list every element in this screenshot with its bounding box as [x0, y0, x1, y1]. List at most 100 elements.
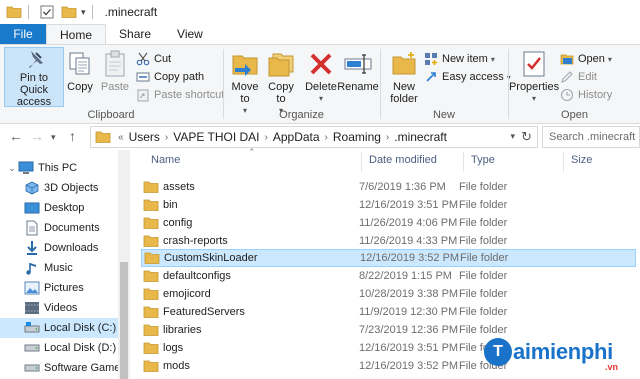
- easy-access-button[interactable]: Easy access ▾: [423, 68, 511, 86]
- column-divider[interactable]: [361, 152, 362, 172]
- nav-item-label: Local Disk (D:): [44, 342, 117, 354]
- folder-icon: [143, 235, 159, 247]
- file-type: File folder: [459, 324, 508, 336]
- sort-caret-icon: ⌃: [248, 147, 256, 157]
- table-row-selected[interactable]: CustomSkinLoader 12/16/2019 3:52 PM File…: [141, 249, 636, 267]
- nav-item-3d-objects[interactable]: 3D Objects: [0, 178, 118, 198]
- history-label: History: [578, 89, 613, 101]
- file-date: 12/16/2019 3:52 PM: [360, 252, 460, 264]
- folder-icon: [143, 324, 159, 336]
- breadcrumb-chevron-icon[interactable]: ›: [386, 132, 389, 143]
- file-date: 11/9/2019 12:30 PM: [359, 306, 458, 318]
- delete-button[interactable]: Delete ▾: [304, 47, 338, 105]
- properties-button[interactable]: Properties ▾: [509, 47, 559, 105]
- address-dropdown-icon[interactable]: ▾: [510, 131, 515, 142]
- nav-item-software-games[interactable]: Software Games: [0, 358, 118, 378]
- nav-item-local-disk-d[interactable]: Local Disk (D:): [0, 338, 118, 358]
- rename-button[interactable]: Rename: [337, 47, 379, 93]
- folder-icon: [143, 306, 159, 318]
- breadcrumb-roaming[interactable]: Roaming: [333, 130, 381, 144]
- folder-icon: [6, 6, 22, 18]
- refresh-icon[interactable]: ↻: [521, 129, 532, 145]
- tab-home[interactable]: Home: [46, 24, 107, 44]
- breadcrumb-appdata[interactable]: AppData: [273, 130, 320, 144]
- breadcrumb-chevron-icon[interactable]: ›: [325, 132, 328, 143]
- divider: [28, 5, 29, 19]
- breadcrumb-minecraft[interactable]: .minecraft: [394, 130, 447, 144]
- column-header-size[interactable]: Size: [571, 154, 592, 166]
- table-row[interactable]: assets 7/6/2019 1:36 PM File folder: [141, 178, 636, 196]
- table-row[interactable]: FeaturedServers 11/9/2019 12:30 PM File …: [141, 303, 636, 321]
- new-folder-icon[interactable]: [61, 5, 77, 19]
- file-date: 12/16/2019 3:52 PM: [359, 360, 459, 372]
- search-input[interactable]: Search .minecraft: [542, 126, 640, 148]
- column-header-name[interactable]: Name: [151, 154, 180, 166]
- back-arrow-icon[interactable]: ←: [9, 128, 23, 144]
- properties-check-icon[interactable]: [39, 5, 55, 19]
- copy-to-button[interactable]: Copy to ▾: [264, 47, 298, 117]
- delete-label: Delete: [305, 81, 337, 93]
- nav-item-local-disk-c[interactable]: Local Disk (C:): [0, 318, 118, 338]
- file-name: config: [163, 217, 193, 229]
- new-item-button[interactable]: New item ▾: [423, 50, 495, 68]
- breadcrumb-chevron-icon[interactable]: ›: [265, 132, 268, 143]
- nav-item-this-pc[interactable]: ⌄ This PC: [0, 158, 118, 178]
- drive-icon: [24, 340, 40, 356]
- tab-share[interactable]: Share: [106, 24, 164, 44]
- column-divider[interactable]: [463, 152, 464, 172]
- copy-button[interactable]: Copy: [66, 47, 94, 93]
- nav-item-label: Desktop: [44, 202, 85, 214]
- forward-arrow-icon[interactable]: →: [30, 128, 44, 144]
- table-row[interactable]: emojicord 10/28/2019 3:38 PM File folder: [141, 285, 636, 303]
- quick-access-dropdown-icon[interactable]: ▾: [81, 7, 86, 18]
- open-button[interactable]: Open ▾: [559, 50, 612, 68]
- nav-item-music[interactable]: Music: [0, 258, 118, 278]
- nav-scrollbar-thumb[interactable]: [120, 262, 128, 379]
- breadcrumb-users[interactable]: Users: [129, 130, 160, 144]
- column-divider[interactable]: [563, 152, 564, 172]
- tab-view[interactable]: View: [164, 24, 216, 44]
- paste-button[interactable]: Paste: [100, 47, 130, 93]
- file-date: 11/26/2019 4:33 PM: [359, 235, 458, 247]
- nav-item-desktop[interactable]: Desktop: [0, 198, 118, 218]
- new-item-icon: [423, 51, 439, 67]
- nav-item-pictures[interactable]: Pictures: [0, 278, 118, 298]
- nav-scrollbar[interactable]: [118, 150, 130, 379]
- move-to-label: Move to: [231, 81, 259, 105]
- nav-item-videos[interactable]: Videos: [0, 298, 118, 318]
- up-arrow-icon[interactable]: ↑: [69, 128, 76, 144]
- paste-shortcut-button[interactable]: Paste shortcut: [135, 86, 224, 104]
- nav-item-downloads[interactable]: Downloads: [0, 238, 118, 258]
- address-bar[interactable]: « Users › VAPE THOI DAI › AppData › Roam…: [90, 126, 538, 148]
- cut-button[interactable]: Cut: [135, 50, 171, 68]
- chevron-down-icon[interactable]: ⌄: [6, 163, 18, 174]
- table-row[interactable]: defaultconfigs 8/22/2019 1:15 PM File fo…: [141, 267, 636, 285]
- column-header-type[interactable]: Type: [471, 154, 495, 166]
- new-folder-button[interactable]: New folder: [385, 47, 423, 105]
- edit-icon: [559, 69, 575, 85]
- music-icon: [24, 260, 40, 276]
- table-row[interactable]: bin 12/16/2019 3:51 PM File folder: [141, 196, 636, 214]
- history-button[interactable]: History: [559, 86, 612, 104]
- edit-button[interactable]: Edit: [559, 68, 597, 86]
- delete-x-icon: [310, 53, 332, 75]
- history-icon: [559, 87, 575, 103]
- table-row[interactable]: libraries 7/23/2019 12:36 PM File folder: [141, 321, 636, 339]
- file-type: File folder: [459, 199, 508, 211]
- pin-to-quick-access-button[interactable]: Pin to Quick access: [4, 47, 64, 108]
- copy-path-button[interactable]: Copy path: [135, 68, 204, 86]
- column-header-date[interactable]: Date modified: [369, 154, 437, 166]
- breadcrumb-chevron-icon[interactable]: ›: [165, 132, 168, 143]
- nav-item-label: This PC: [38, 162, 78, 174]
- folder-icon: [143, 217, 159, 229]
- table-row[interactable]: config 11/26/2019 4:06 PM File folder: [141, 214, 636, 232]
- move-to-button[interactable]: Move to ▾: [228, 47, 262, 117]
- breadcrumb-user[interactable]: VAPE THOI DAI: [173, 130, 259, 144]
- table-row[interactable]: crash-reports 11/26/2019 4:33 PM File fo…: [141, 232, 636, 250]
- tab-file[interactable]: File: [0, 24, 46, 44]
- nav-item-documents[interactable]: Documents: [0, 218, 118, 238]
- copy-icon: [69, 52, 90, 75]
- breadcrumb-overflow-icon[interactable]: «: [118, 132, 124, 143]
- recent-locations-dropdown-icon[interactable]: ▾: [51, 132, 56, 143]
- nav-item-label: Downloads: [44, 242, 99, 254]
